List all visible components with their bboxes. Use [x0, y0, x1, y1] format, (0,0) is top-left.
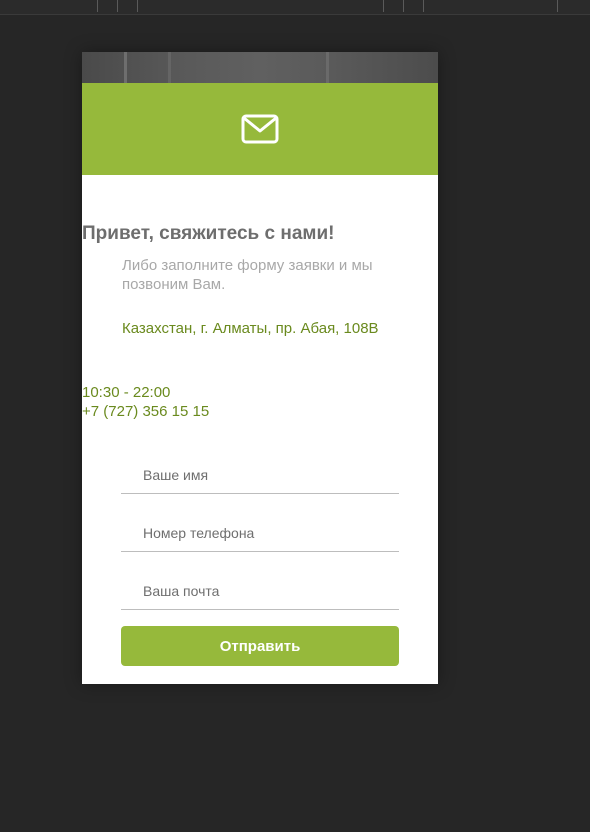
contact-title: Привет, свяжитесь с нами! — [82, 223, 335, 244]
phone-input[interactable] — [121, 515, 399, 551]
photo-detail — [326, 52, 329, 83]
nav-divider — [97, 0, 98, 12]
nav-divider — [383, 0, 384, 12]
photo-detail — [168, 52, 171, 83]
email-field — [121, 573, 399, 610]
nav-divider — [117, 0, 118, 12]
contact-phone: +7 (727) 356 15 15 — [82, 403, 210, 420]
phone-field — [121, 515, 399, 552]
submit-button[interactable]: Отправить — [121, 626, 399, 666]
nav-divider — [557, 0, 558, 12]
working-hours: 10:30 - 22:00 — [82, 384, 171, 401]
contact-header — [82, 83, 438, 175]
name-field — [121, 457, 399, 494]
nav-divider — [403, 0, 404, 12]
contact-address: Казахстан, г. Алматы, пр. Абая, 108В — [122, 320, 379, 337]
top-navigation-bar — [0, 0, 590, 15]
background-photo-strip — [82, 52, 438, 83]
contact-card: Привет, свяжитесь с нами! Либо заполните… — [82, 52, 438, 684]
nav-divider — [137, 0, 138, 12]
name-input[interactable] — [121, 457, 399, 493]
nav-divider — [423, 0, 424, 12]
email-input[interactable] — [121, 573, 399, 609]
contact-subtitle: Либо заполните форму заявки и мы позвони… — [122, 257, 373, 293]
envelope-icon — [241, 114, 279, 144]
photo-detail — [124, 52, 127, 83]
